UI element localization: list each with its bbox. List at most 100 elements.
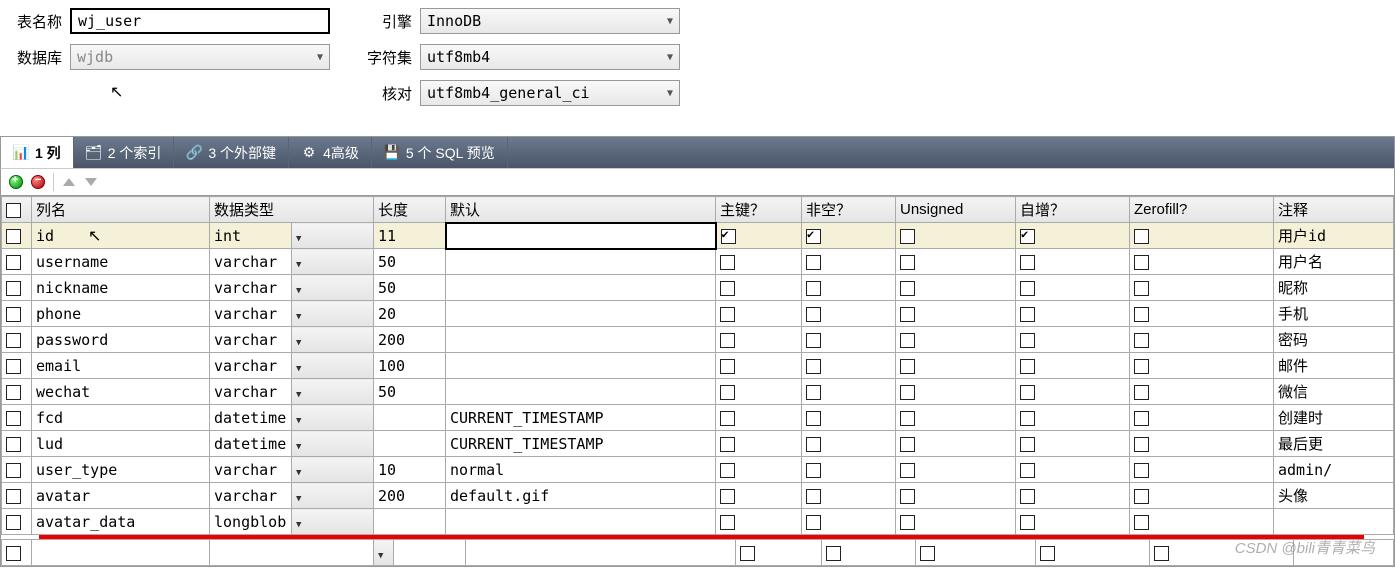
engine-select[interactable]: InnoDB ▼: [420, 8, 680, 34]
checkbox[interactable]: [1134, 385, 1149, 400]
comment-cell[interactable]: 用户名: [1274, 249, 1394, 275]
checkbox[interactable]: [6, 229, 21, 244]
checkbox[interactable]: [806, 333, 821, 348]
length-cell[interactable]: [374, 509, 446, 535]
column-name-cell[interactable]: user_type: [32, 457, 210, 483]
default-cell[interactable]: CURRENT_TIMESTAMP: [446, 405, 716, 431]
checkbox[interactable]: [806, 385, 821, 400]
checkbox[interactable]: [6, 385, 21, 400]
length-cell[interactable]: 200: [374, 327, 446, 353]
table-row[interactable]: passwordvarchar▼200密码: [2, 327, 1394, 353]
checkbox[interactable]: [900, 229, 915, 244]
default-cell[interactable]: [446, 301, 716, 327]
datatype-cell[interactable]: int: [210, 223, 292, 249]
checkbox[interactable]: [1020, 411, 1035, 426]
comment-cell[interactable]: 微信: [1274, 379, 1394, 405]
checkbox[interactable]: [720, 359, 735, 374]
nn-checkbox[interactable]: [826, 546, 841, 561]
checkbox[interactable]: [1020, 359, 1035, 374]
checkbox[interactable]: [720, 411, 735, 426]
checkbox[interactable]: [721, 229, 736, 244]
column-name-cell[interactable]: fcd: [32, 405, 210, 431]
default-cell[interactable]: normal: [446, 457, 716, 483]
datatype-dropdown[interactable]: ▼: [292, 353, 374, 379]
checkbox[interactable]: [720, 307, 735, 322]
datatype-dropdown[interactable]: ▼: [292, 275, 374, 301]
checkbox[interactable]: [1134, 359, 1149, 374]
length-cell[interactable]: 200: [374, 483, 446, 509]
datatype-dropdown[interactable]: ▼: [292, 405, 374, 431]
comment-cell[interactable]: [1274, 509, 1394, 535]
checkbox[interactable]: [806, 359, 821, 374]
table-row[interactable]: nicknamevarchar▼50昵称: [2, 275, 1394, 301]
checkbox[interactable]: [1134, 489, 1149, 504]
datatype-cell[interactable]: varchar: [210, 275, 292, 301]
checkbox[interactable]: [1020, 307, 1035, 322]
column-name-cell[interactable]: avatar_data: [32, 509, 210, 535]
checkbox[interactable]: [1020, 255, 1035, 270]
checkbox[interactable]: [6, 411, 21, 426]
checkbox[interactable]: [900, 359, 915, 374]
default-cell[interactable]: [446, 353, 716, 379]
table-name-input[interactable]: [70, 8, 330, 34]
checkbox[interactable]: [900, 411, 915, 426]
table-row[interactable]: fcddatetime▼CURRENT_TIMESTAMP创建时: [2, 405, 1394, 431]
checkbox[interactable]: [1020, 489, 1035, 504]
header-unsigned[interactable]: Unsigned: [896, 197, 1016, 223]
collation-select[interactable]: utf8mb4_general_ci ▼: [420, 80, 680, 106]
tab-2[interactable]: 🔗3 个外部键: [174, 137, 289, 168]
checkbox[interactable]: [806, 489, 821, 504]
column-name-cell[interactable]: avatar: [32, 483, 210, 509]
datatype-cell[interactable]: varchar: [210, 379, 292, 405]
datatype-cell[interactable]: longblob: [210, 509, 292, 535]
comment-cell[interactable]: admin/: [1274, 457, 1394, 483]
datatype-dropdown[interactable]: ▼: [292, 379, 374, 405]
dropdown-icon[interactable]: ▼: [378, 551, 383, 561]
column-name-cell[interactable]: id: [32, 223, 210, 249]
comment-cell[interactable]: 昵称: [1274, 275, 1394, 301]
checkbox[interactable]: [806, 515, 821, 530]
checkbox[interactable]: [806, 437, 821, 452]
table-row[interactable]: phonevarchar▼20手机: [2, 301, 1394, 327]
checkbox[interactable]: [720, 255, 735, 270]
checkbox[interactable]: [806, 411, 821, 426]
header-default[interactable]: 默认: [446, 197, 716, 223]
length-cell[interactable]: [374, 405, 446, 431]
datatype-cell[interactable]: datetime: [210, 431, 292, 457]
table-row[interactable]: user_typevarchar▼10normaladmin/: [2, 457, 1394, 483]
checkbox[interactable]: [1020, 333, 1035, 348]
checkbox[interactable]: [6, 515, 21, 530]
charset-select[interactable]: utf8mb4 ▼: [420, 44, 680, 70]
checkbox[interactable]: [6, 333, 21, 348]
checkbox[interactable]: [806, 229, 821, 244]
tab-1[interactable]: 🗂2 个索引: [74, 137, 175, 168]
table-row[interactable]: avatarvarchar▼200default.gif头像: [2, 483, 1394, 509]
column-name-cell[interactable]: email: [32, 353, 210, 379]
checkbox[interactable]: [1134, 463, 1149, 478]
zf-checkbox[interactable]: [1154, 546, 1169, 561]
checkbox[interactable]: [900, 463, 915, 478]
tab-3[interactable]: ⚙4高级: [289, 137, 372, 168]
checkbox[interactable]: [1134, 229, 1149, 244]
default-cell[interactable]: [446, 223, 716, 249]
checkbox[interactable]: [1134, 333, 1149, 348]
comment-cell[interactable]: 手机: [1274, 301, 1394, 327]
checkbox[interactable]: [900, 333, 915, 348]
datatype-cell[interactable]: varchar: [210, 301, 292, 327]
header-nn[interactable]: 非空？: [802, 197, 896, 223]
length-cell[interactable]: 10: [374, 457, 446, 483]
checkbox[interactable]: [806, 255, 821, 270]
checkbox[interactable]: [720, 385, 735, 400]
column-name-cell[interactable]: username: [32, 249, 210, 275]
pk-checkbox[interactable]: [740, 546, 755, 561]
default-cell[interactable]: [446, 327, 716, 353]
header-name[interactable]: 列名: [32, 197, 210, 223]
checkbox[interactable]: [900, 489, 915, 504]
ai-checkbox[interactable]: [1040, 546, 1055, 561]
checkbox[interactable]: [720, 463, 735, 478]
remove-row-button[interactable]: [29, 173, 47, 191]
table-row[interactable]: emailvarchar▼100邮件: [2, 353, 1394, 379]
datatype-dropdown[interactable]: ▼: [292, 457, 374, 483]
checkbox[interactable]: [6, 437, 21, 452]
tab-4[interactable]: 💾5 个 SQL 预览: [372, 137, 508, 168]
